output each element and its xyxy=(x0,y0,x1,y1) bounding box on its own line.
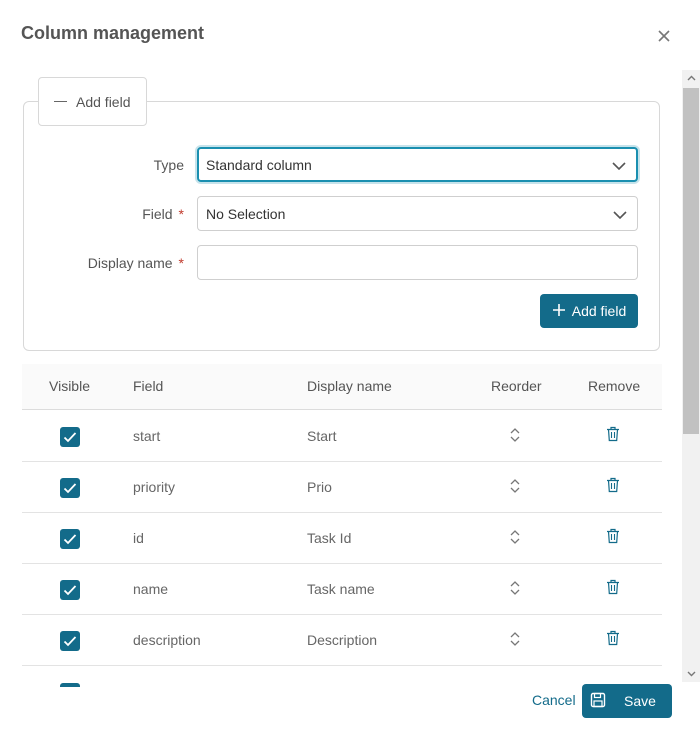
close-icon[interactable] xyxy=(654,26,674,46)
scrollbar-thumb[interactable] xyxy=(683,88,699,434)
type-select-value: Standard column xyxy=(206,156,312,173)
plus-icon xyxy=(552,303,566,320)
table-row: description Description xyxy=(22,615,662,666)
row-display-name: Start xyxy=(307,428,337,444)
table-row: start Start xyxy=(22,411,662,462)
trash-icon[interactable] xyxy=(606,630,620,651)
reorder-icon[interactable] xyxy=(508,478,522,499)
row-field: start xyxy=(133,428,161,444)
display-name-input[interactable] xyxy=(197,245,638,280)
field-select-value: No Selection xyxy=(206,205,286,222)
row-field: priority xyxy=(133,479,176,495)
visible-checkbox[interactable] xyxy=(60,631,80,651)
header-remove: Remove xyxy=(588,378,641,394)
row-field: name xyxy=(133,581,169,597)
scroll-up-icon[interactable] xyxy=(682,70,700,86)
header-visible: Visible xyxy=(49,378,90,394)
type-label: Type xyxy=(153,157,184,173)
header-reorder: Reorder xyxy=(491,378,542,394)
save-icon xyxy=(590,692,606,711)
row-field: id xyxy=(133,530,144,546)
row-display-name: Description xyxy=(307,632,378,648)
trash-icon[interactable] xyxy=(606,528,620,549)
trash-icon[interactable] xyxy=(606,477,620,498)
add-field-toggle-label: Add field xyxy=(76,93,131,110)
chevron-down-icon xyxy=(613,206,627,222)
header-display-name: Display name xyxy=(307,378,392,394)
field-select[interactable]: No Selection xyxy=(197,196,638,231)
table-header: Visible Field Display name Reorder Remov… xyxy=(22,364,662,410)
row-display-name: Task Id xyxy=(307,530,352,546)
dialog-title: Column management xyxy=(21,23,205,43)
row-field: description xyxy=(133,632,201,648)
row-display-name: Prio xyxy=(307,479,332,495)
type-select[interactable]: Standard column xyxy=(197,147,638,182)
trash-icon[interactable] xyxy=(606,579,620,600)
table-row: priority Prio xyxy=(22,462,662,513)
row-display-name: Task name xyxy=(307,581,375,597)
table-row: id Task Id xyxy=(22,513,662,564)
scrollbar[interactable] xyxy=(682,70,700,682)
required-mark: * xyxy=(178,206,184,222)
scroll-down-icon[interactable] xyxy=(682,666,700,682)
save-button[interactable]: Save xyxy=(582,684,672,718)
required-mark: * xyxy=(178,255,184,271)
reorder-icon[interactable] xyxy=(508,529,522,550)
visible-checkbox[interactable] xyxy=(60,478,80,498)
table-row: name Task name xyxy=(22,564,662,615)
add-field-toggle[interactable]: Add field xyxy=(38,77,147,126)
reorder-icon[interactable] xyxy=(508,427,522,448)
column-management-dialog: Column management Add field Type Standar… xyxy=(0,0,700,739)
reorder-icon[interactable] xyxy=(508,631,522,652)
field-label: Field * xyxy=(142,206,184,222)
reorder-icon[interactable] xyxy=(508,580,522,601)
chevron-down-icon xyxy=(612,157,626,173)
save-button-label: Save xyxy=(624,693,656,709)
visible-checkbox[interactable] xyxy=(60,529,80,549)
trash-icon[interactable] xyxy=(606,426,620,447)
header-field: Field xyxy=(133,378,164,394)
visible-checkbox[interactable] xyxy=(60,580,80,600)
display-name-label: Display name * xyxy=(87,255,184,271)
visible-checkbox[interactable] xyxy=(60,427,80,447)
add-field-button-label: Add field xyxy=(571,303,627,319)
cancel-button[interactable]: Cancel xyxy=(532,692,576,708)
add-field-button[interactable]: Add field xyxy=(540,294,638,328)
checkbox-partial[interactable] xyxy=(60,683,80,687)
minus-icon xyxy=(54,100,67,103)
